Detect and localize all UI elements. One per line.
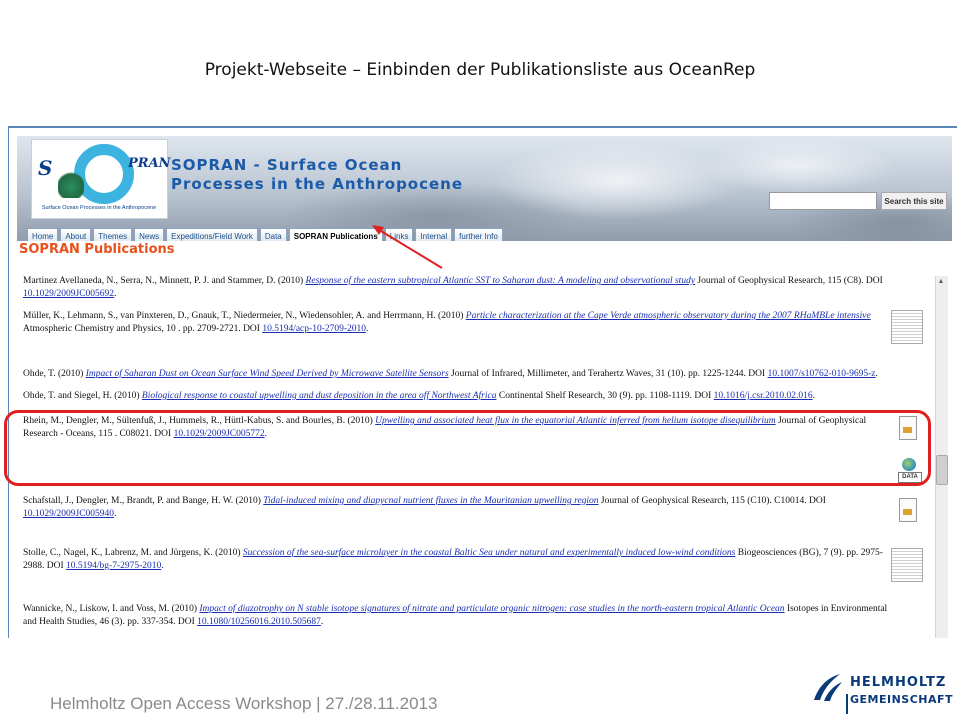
helmholtz-mark-icon: [814, 674, 842, 701]
pub-doi-link[interactable]: 10.1080/10256016.2010.505687: [197, 617, 321, 627]
pub-doi-link[interactable]: 10.5194/bg-7-2975-2010: [66, 561, 161, 571]
helmholtz-logo-line-1: HELMHOLTZ: [850, 675, 947, 690]
pub-suffix: .: [114, 289, 117, 299]
pub-doi-link[interactable]: 10.1016/j.csr.2010.02.016: [714, 391, 813, 401]
paper-preview-thumbnail[interactable]: [891, 548, 923, 582]
tab-expeditions[interactable]: Expeditions/Field Work: [166, 228, 258, 241]
pub-journal: Journal of Infrared, Millimeter, and Ter…: [448, 369, 768, 379]
pub-suffix: .: [320, 617, 324, 627]
pub-title-link[interactable]: Impact of diazotrophy on N stable isotop…: [199, 604, 784, 614]
site-title: SOPRAN - Surface Ocean Processes in the …: [171, 156, 463, 194]
paper-preview-thumbnail[interactable]: [891, 310, 923, 344]
tab-themes[interactable]: Themes: [93, 228, 133, 241]
publication-item: Wannicke, N., Liskow, I. and Voss, M. (2…: [23, 603, 893, 629]
publication-item: Martinez Avellaneda, N., Serra, N., Minn…: [23, 276, 893, 301]
pub-suffix: .: [366, 324, 369, 334]
search-input[interactable]: [769, 192, 877, 210]
pub-title-link[interactable]: Succession of the sea-surface microlayer…: [243, 548, 736, 558]
pub-doi-link[interactable]: 10.5194/acp-10-2709-2010: [262, 324, 366, 334]
pub-authors: Ohde, T. (2010): [23, 369, 86, 379]
logo-text-pran: PRAN: [128, 156, 171, 171]
page-heading: SOPRAN Publications: [19, 242, 175, 257]
highlight-frame: [4, 410, 931, 486]
seagrass-icon: [58, 170, 84, 198]
search-button[interactable]: Search this site: [881, 192, 947, 210]
document-icon[interactable]: [899, 498, 917, 522]
publication-item: Ohde, T. (2010) Impact of Saharan Dust o…: [23, 368, 893, 381]
pub-journal: Atmospheric Chemistry and Physics, 10 . …: [23, 324, 263, 334]
sopran-logo[interactable]: S PRAN Surface Ocean Processes in the An…: [31, 139, 171, 219]
browser-viewport: S PRAN Surface Ocean Processes in the An…: [8, 126, 957, 638]
pub-journal: Journal of Geophysical Research, 115 (C1…: [598, 496, 826, 506]
site-title-line-2: Processes in the Anthropocene: [171, 175, 464, 193]
tab-data[interactable]: Data: [259, 228, 287, 241]
pub-title-link[interactable]: Tidal-induced mixing and diapycnal nutri…: [263, 496, 598, 506]
pub-authors: Wannicke, N., Liskow, I. and Voss, M. (2…: [23, 604, 200, 614]
pub-suffix: .: [875, 369, 878, 379]
site-banner: S PRAN Surface Ocean Processes in the An…: [17, 136, 952, 241]
publication-item: Schafstall, J., Dengler, M., Brandt, P. …: [23, 495, 893, 521]
tab-news[interactable]: News: [134, 228, 165, 241]
slide-title: Projekt-Webseite – Einbinden der Publika…: [204, 60, 756, 80]
tab-about[interactable]: About: [60, 228, 92, 241]
scrollbar-thumb[interactable]: [936, 455, 948, 485]
helmholtz-logo: HELMHOLTZ GEMEINSCHAFT: [810, 664, 954, 716]
pub-doi-link[interactable]: 10.1029/2009JC005692: [23, 289, 114, 299]
pub-doi-link[interactable]: 10.1007/s10762-010-9695-z: [768, 369, 876, 379]
pub-authors: Müller, K., Lehmann, S., van Pinxteren, …: [23, 311, 466, 321]
annotation-arrow-icon: [372, 225, 443, 269]
slide-footer: Helmholtz Open Access Workshop | 27./28.…: [50, 694, 438, 713]
pub-doi-link[interactable]: 10.1029/2009JC005940: [23, 509, 114, 519]
pub-suffix: .: [114, 509, 117, 519]
pub-authors: Martinez Avellaneda, N., Serra, N., Minn…: [23, 276, 306, 286]
pub-authors: Stolle, C., Nagel, K., Labrenz, M. and J…: [23, 548, 243, 558]
pub-journal: Continental Shelf Research, 30 (9). pp. …: [496, 391, 714, 401]
publication-item: Stolle, C., Nagel, K., Labrenz, M. and J…: [23, 547, 893, 573]
pub-title-link[interactable]: Biological response to coastal upwelling…: [142, 391, 497, 401]
pub-title-link[interactable]: Impact of Saharan Dust on Ocean Surface …: [86, 369, 449, 379]
pub-title-link[interactable]: Response of the eastern subtropical Atla…: [306, 276, 696, 286]
tab-further-info[interactable]: further Info: [454, 228, 503, 241]
publication-item: Ohde, T. and Siegel, H. (2010) Biologica…: [23, 390, 893, 403]
pub-journal: Journal of Geophysical Research, 115 (C8…: [695, 276, 883, 286]
tab-home[interactable]: Home: [27, 228, 59, 241]
scroll-up-arrow-icon[interactable]: ▲: [935, 276, 947, 288]
site-title-line-1: SOPRAN - Surface Ocean: [171, 156, 403, 174]
logo-tagline: Surface Ocean Processes in the Anthropoc…: [41, 205, 157, 211]
publication-item: Müller, K., Lehmann, S., van Pinxteren, …: [23, 310, 893, 336]
helmholtz-logo-bar: [846, 694, 848, 714]
logo-letter-s: S: [38, 156, 53, 180]
pub-authors: Schafstall, J., Dengler, M., Brandt, P. …: [23, 496, 264, 506]
pub-suffix: .: [161, 561, 164, 571]
pub-authors: Ohde, T. and Siegel, H. (2010): [23, 391, 142, 401]
pub-title-link[interactable]: Particle characterization at the Cape Ve…: [466, 311, 871, 321]
pub-suffix: .: [812, 391, 815, 401]
helmholtz-logo-line-2: GEMEINSCHAFT: [850, 693, 954, 706]
